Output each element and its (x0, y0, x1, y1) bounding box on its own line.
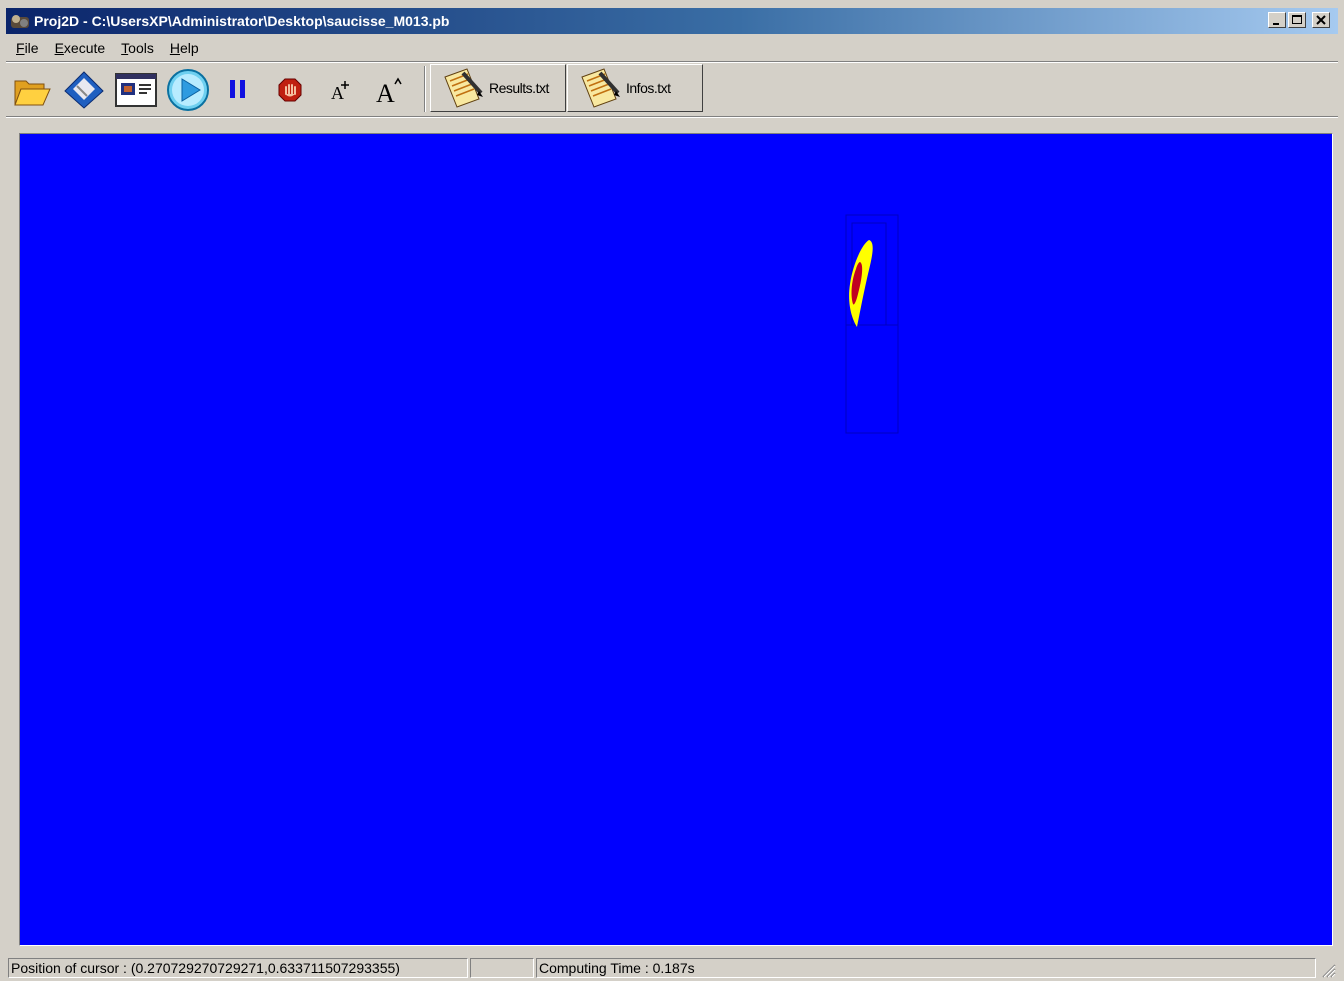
svg-text:A: A (376, 79, 395, 105)
minimize-icon (1273, 23, 1279, 25)
menu-tools[interactable]: Tools (115, 40, 160, 56)
simulation-plot (845, 214, 899, 434)
menu-file[interactable]: File (10, 40, 45, 56)
maximize-button[interactable] (1288, 12, 1306, 28)
menu-bar: File Execute Tools Help (10, 38, 205, 58)
simulation-canvas[interactable] (19, 133, 1333, 946)
maximize-icon (1292, 15, 1302, 24)
folder-open-icon (14, 80, 51, 106)
display-button[interactable] (114, 68, 158, 112)
font-increase-large-button[interactable]: A (368, 68, 412, 112)
computing-time-text: Computing Time : 0.187s (539, 960, 695, 976)
play-icon (167, 69, 209, 111)
toolbar-separator (424, 66, 426, 112)
font-increase-small-icon: A (331, 81, 349, 103)
window-title: Proj2D - C:\UsersXP\Administrator\Deskto… (34, 13, 450, 29)
font-increase-large-icon: A (376, 77, 402, 105)
status-empty-pane (470, 958, 534, 978)
notepad-icon (444, 68, 483, 108)
close-button[interactable] (1312, 12, 1330, 28)
cursor-position-pane: Position of cursor : (0.270729270729271,… (8, 958, 468, 978)
pause-button[interactable] (216, 68, 260, 112)
resize-grip-icon[interactable] (1320, 962, 1336, 978)
stop-button[interactable] (268, 68, 312, 112)
results-label: Results.txt (489, 80, 549, 96)
font-increase-small-button[interactable]: A (318, 68, 362, 112)
cursor-position-text: Position of cursor : (0.270729270729271,… (11, 960, 400, 976)
menu-help[interactable]: Help (164, 40, 205, 56)
display-window-icon (115, 73, 157, 107)
computing-time-pane: Computing Time : 0.187s (536, 958, 1316, 978)
results-button[interactable]: Results.txt (430, 64, 566, 112)
app-icon (11, 15, 29, 28)
save-button[interactable] (62, 68, 106, 112)
infos-label: Infos.txt (626, 80, 671, 96)
svg-text:A: A (331, 83, 344, 103)
status-bar: Position of cursor : (0.270729270729271,… (6, 956, 1338, 980)
infos-button[interactable]: Infos.txt (567, 64, 703, 112)
close-icon (1316, 15, 1326, 25)
floppy-disk-icon (64, 71, 104, 109)
title-bar[interactable]: Proj2D - C:\UsersXP\Administrator\Deskto… (6, 8, 1338, 34)
run-button[interactable] (166, 68, 210, 112)
open-button[interactable] (10, 68, 54, 112)
toolbar-divider (6, 116, 1338, 118)
pause-icon (230, 80, 245, 98)
stop-hand-icon (278, 78, 302, 102)
minimize-button[interactable] (1268, 12, 1286, 28)
toolbar: A A Results.txt Infos.txt (10, 64, 1330, 114)
menu-execute[interactable]: Execute (49, 40, 112, 56)
menu-divider (6, 61, 1338, 63)
notepad-icon (581, 68, 620, 108)
